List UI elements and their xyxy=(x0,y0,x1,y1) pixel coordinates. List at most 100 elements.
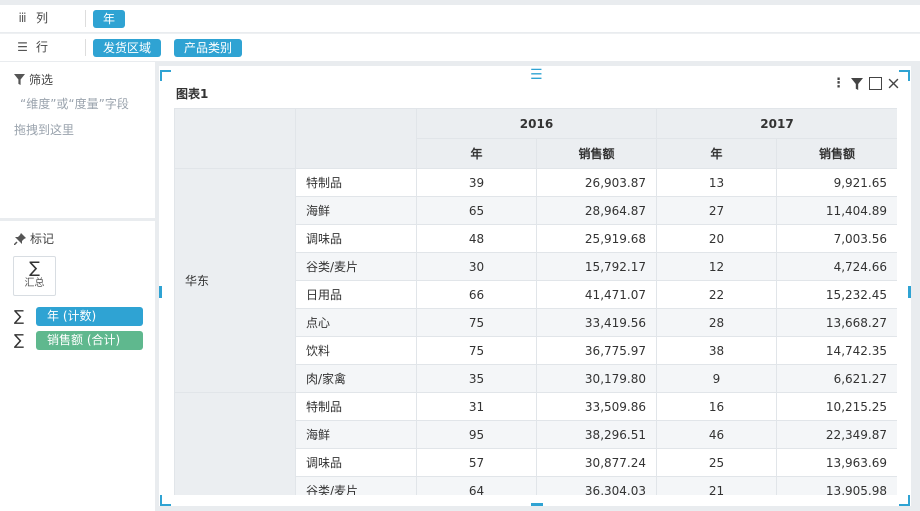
header-year-2017: 2017 xyxy=(656,108,897,139)
count-2017-cell: 22 xyxy=(656,280,777,309)
filter-hint-line1: “维度”或“度量”字段 xyxy=(20,97,129,111)
mark-field-year-count[interactable]: 年 (计数) xyxy=(36,306,143,326)
sales-2017-cell: 13,963.69 xyxy=(776,448,897,477)
header-corner-2 xyxy=(295,108,417,169)
count-2016-cell: 31 xyxy=(416,392,537,421)
columns-icon: iii xyxy=(18,11,26,25)
sales-2017-cell: 11,404.89 xyxy=(776,196,897,225)
category-cell: 特制品 xyxy=(295,168,417,197)
count-2016-cell: 95 xyxy=(416,420,537,449)
sales-2016-cell: 28,964.87 xyxy=(536,196,657,225)
filter-title: 筛选 xyxy=(29,73,54,87)
category-cell: 海鲜 xyxy=(295,420,417,449)
count-2016-cell: 39 xyxy=(416,168,537,197)
pin-icon xyxy=(14,232,26,245)
summary-mark-button[interactable]: ∑ 汇总 xyxy=(13,256,56,296)
region-header: 华东 xyxy=(174,168,296,393)
category-cell: 谷类/麦片 xyxy=(295,476,417,495)
rows-shelf: ☰ 行 发货区域 产品类别 xyxy=(0,33,920,61)
category-cell: 谷类/麦片 xyxy=(295,252,417,281)
count-2016-cell: 66 xyxy=(416,280,537,309)
resize-corner-bl[interactable] xyxy=(160,495,171,506)
chart-container[interactable]: ☰ 图表1 ⋮ 2016 2017 年 销售额 年 销售额 华东 特制品 39 … xyxy=(159,66,911,506)
close-icon[interactable] xyxy=(888,78,899,89)
count-2017-cell: 25 xyxy=(656,448,777,477)
table-body: 华东 特制品 39 26,903.87 13 9,921.65 海鲜 65 28,964.87 2… xyxy=(174,168,897,495)
sigma-icon: ∑ xyxy=(14,331,25,349)
count-2017-cell: 27 xyxy=(656,196,777,225)
filter-panel[interactable]: 筛选 “维度”或“度量”字段 拖拽到这里 xyxy=(0,62,155,218)
header-corner xyxy=(174,108,296,169)
sales-2016-cell: 33,509.86 xyxy=(536,392,657,421)
sales-2017-cell: 7,003.56 xyxy=(776,224,897,253)
sales-2017-cell: 13,905.98 xyxy=(776,476,897,495)
count-2017-cell: 21 xyxy=(656,476,777,495)
resize-handle-bottom[interactable] xyxy=(531,503,543,506)
sales-2017-cell: 22,349.87 xyxy=(776,420,897,449)
filter-icon[interactable] xyxy=(851,77,863,90)
sales-2017-cell: 10,215.25 xyxy=(776,392,897,421)
cross-table: 2016 2017 年 销售额 年 销售额 华东 特制品 39 26,903.87 13… xyxy=(174,108,897,495)
rows-icon: ☰ xyxy=(17,40,28,54)
table-row: 特制品 31 33,509.86 16 10,215.25 xyxy=(174,392,897,495)
sales-2016-cell: 30,179.80 xyxy=(536,364,657,393)
category-cell: 调味品 xyxy=(295,224,417,253)
count-2016-cell: 48 xyxy=(416,224,537,253)
mark-field-sales-sum[interactable]: 销售额 (合计) xyxy=(36,330,143,350)
header-measure: 销售额 xyxy=(776,138,897,169)
resize-handle-right[interactable] xyxy=(908,286,911,298)
sales-2017-cell: 4,724.66 xyxy=(776,252,897,281)
sales-2016-cell: 33,419.56 xyxy=(536,308,657,337)
category-cell: 点心 xyxy=(295,308,417,337)
sales-2016-cell: 36,775.97 xyxy=(536,336,657,365)
sales-2016-cell: 36,304.03 xyxy=(536,476,657,495)
region-header xyxy=(174,392,296,495)
sales-2016-cell: 38,296.51 xyxy=(536,420,657,449)
maximize-icon[interactable] xyxy=(869,77,882,90)
rows-shelf-label: 行 xyxy=(36,40,49,54)
category-cell: 饮料 xyxy=(295,336,417,365)
column-pill-year[interactable]: 年 xyxy=(93,10,126,28)
count-2016-cell: 35 xyxy=(416,364,537,393)
columns-shelf-label: 列 xyxy=(36,11,49,25)
summary-label: 汇总 xyxy=(24,278,45,289)
count-2017-cell: 16 xyxy=(656,392,777,421)
count-2017-cell: 46 xyxy=(656,420,777,449)
category-cell: 肉/家禽 xyxy=(295,364,417,393)
sigma-icon: ∑ xyxy=(14,307,25,325)
table-row: 华东 特制品 39 26,903.87 13 9,921.65 xyxy=(174,168,897,393)
row-pill-region[interactable]: 发货区域 xyxy=(93,39,162,57)
sales-2017-cell: 9,921.65 xyxy=(776,168,897,197)
header-measure: 年 xyxy=(656,138,777,169)
category-cell: 海鲜 xyxy=(295,196,417,225)
header-measure: 年 xyxy=(416,138,537,169)
count-2016-cell: 65 xyxy=(416,196,537,225)
resize-corner-tr[interactable] xyxy=(899,70,910,81)
resize-corner-br[interactable] xyxy=(899,495,910,506)
sales-2016-cell: 41,471.07 xyxy=(536,280,657,309)
count-2016-cell: 64 xyxy=(416,476,537,495)
count-2016-cell: 75 xyxy=(416,336,537,365)
category-cell: 日用品 xyxy=(295,280,417,309)
header-measure: 销售额 xyxy=(536,138,657,169)
chart-title: 图表1 xyxy=(176,87,209,101)
more-vert-icon[interactable]: ⋮ xyxy=(832,76,845,91)
sales-2016-cell: 30,877.24 xyxy=(536,448,657,477)
row-pill-category[interactable]: 产品类别 xyxy=(174,39,243,57)
header-year-2016: 2016 xyxy=(416,108,657,139)
resize-handle-left[interactable] xyxy=(159,286,162,298)
sales-2016-cell: 15,792.17 xyxy=(536,252,657,281)
drag-handle-icon[interactable]: ☰ xyxy=(530,68,543,82)
sales-2016-cell: 25,919.68 xyxy=(536,224,657,253)
count-2016-cell: 75 xyxy=(416,308,537,337)
sales-2017-cell: 13,668.27 xyxy=(776,308,897,337)
sales-2016-cell: 26,903.87 xyxy=(536,168,657,197)
sales-2017-cell: 6,621.27 xyxy=(776,364,897,393)
marks-panel: 标记 ∑ 汇总 ∑ 年 (计数) ∑ 销售额 (合计) xyxy=(0,221,155,511)
resize-corner-tl[interactable] xyxy=(160,70,171,81)
filter-funnel-icon xyxy=(14,74,25,85)
pivot-table: 2016 2017 年 销售额 年 销售额 华东 特制品 39 26,903.87 13… xyxy=(174,108,897,495)
count-2017-cell: 38 xyxy=(656,336,777,365)
columns-shelf: iii 列 年 xyxy=(0,5,920,32)
sales-2017-cell: 15,232.45 xyxy=(776,280,897,309)
